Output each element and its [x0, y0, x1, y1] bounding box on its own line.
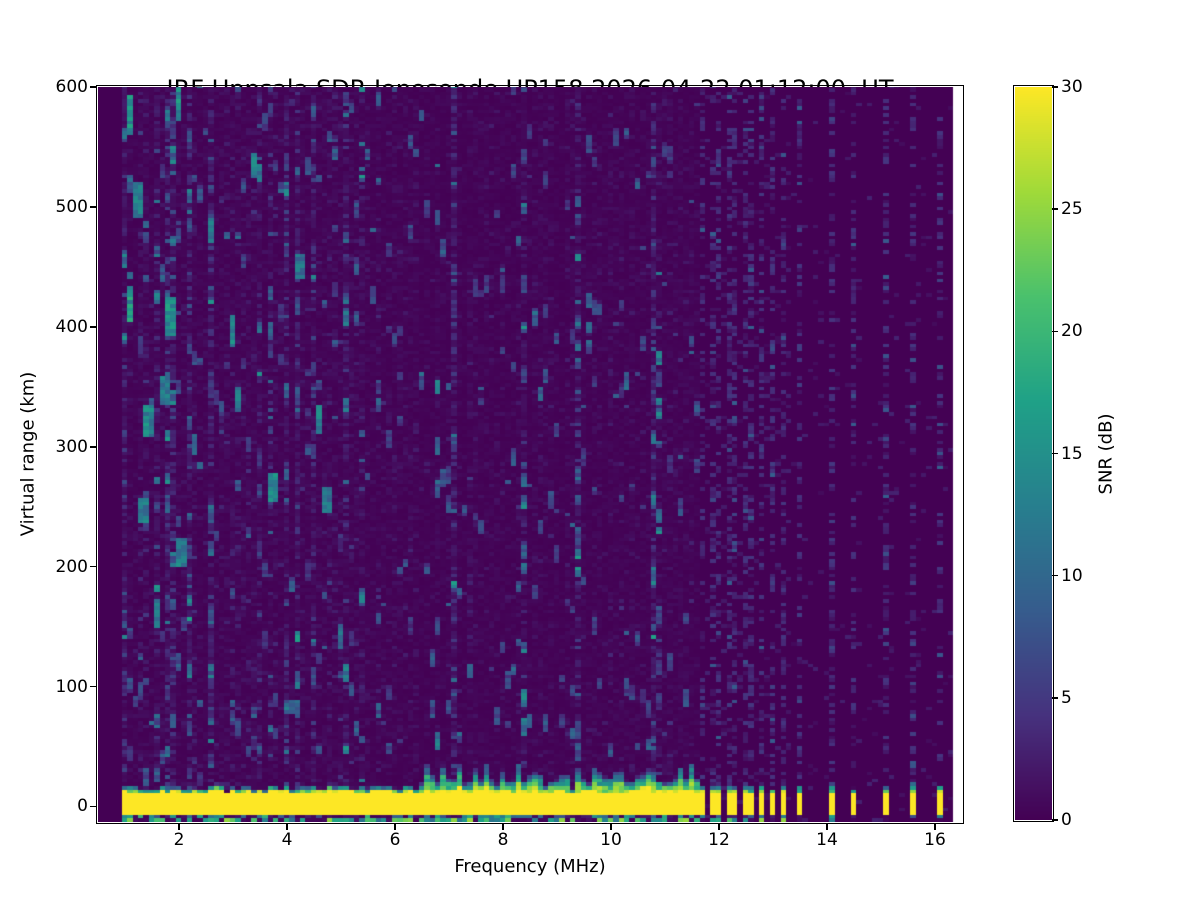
y-tick-label: 300 — [38, 437, 88, 457]
colorbar-tick-label: 10 — [1061, 566, 1083, 586]
x-tick-label: 8 — [498, 830, 509, 850]
x-axis-label: Frequency (MHz) — [98, 856, 962, 877]
x-tick-label: 10 — [600, 830, 622, 850]
y-tick-label: 600 — [38, 77, 88, 97]
y-tick-mark — [90, 446, 96, 448]
y-tick-mark — [90, 206, 96, 208]
colorbar-tick-mark — [1052, 208, 1058, 210]
colorbar-tick-mark — [1052, 697, 1058, 699]
y-tick-label: 200 — [38, 557, 88, 577]
colorbar-tick-label: 5 — [1061, 688, 1072, 708]
x-tick-label: 14 — [816, 830, 838, 850]
y-tick-label: 500 — [38, 197, 88, 217]
x-tick-label: 2 — [174, 830, 185, 850]
colorbar-tick-label: 25 — [1061, 199, 1083, 219]
colorbar-tick-label: 20 — [1061, 321, 1083, 341]
y-tick-mark — [90, 686, 96, 688]
x-tick-label: 12 — [708, 830, 730, 850]
colorbar-tick-mark — [1052, 453, 1058, 455]
colorbar-tick-label: 30 — [1061, 77, 1083, 97]
y-tick-mark — [90, 806, 96, 808]
colorbar-tick-label: 0 — [1061, 810, 1072, 830]
ionogram-heatmap — [98, 87, 962, 822]
x-tick-label: 4 — [282, 830, 293, 850]
y-tick-label: 0 — [38, 796, 88, 816]
colorbar-gradient — [1015, 87, 1052, 820]
x-tick-label: 16 — [924, 830, 946, 850]
colorbar-tick-mark — [1052, 819, 1058, 821]
y-axis-label: Virtual range (km) — [18, 372, 39, 537]
ionogram-figure: IRF Uppsala SDR Ionosonde UP158 2026-04-… — [0, 0, 1200, 900]
y-tick-mark — [90, 566, 96, 568]
y-tick-label: 400 — [38, 317, 88, 337]
colorbar-tick-mark — [1052, 575, 1058, 577]
y-tick-mark — [90, 326, 96, 328]
colorbar-tick-mark — [1052, 86, 1058, 88]
y-tick-mark — [90, 86, 96, 88]
colorbar-label: SNR (dB) — [1096, 414, 1117, 495]
x-tick-label: 6 — [390, 830, 401, 850]
colorbar-tick-mark — [1052, 331, 1058, 333]
colorbar-tick-label: 15 — [1061, 444, 1083, 464]
y-tick-label: 100 — [38, 677, 88, 697]
